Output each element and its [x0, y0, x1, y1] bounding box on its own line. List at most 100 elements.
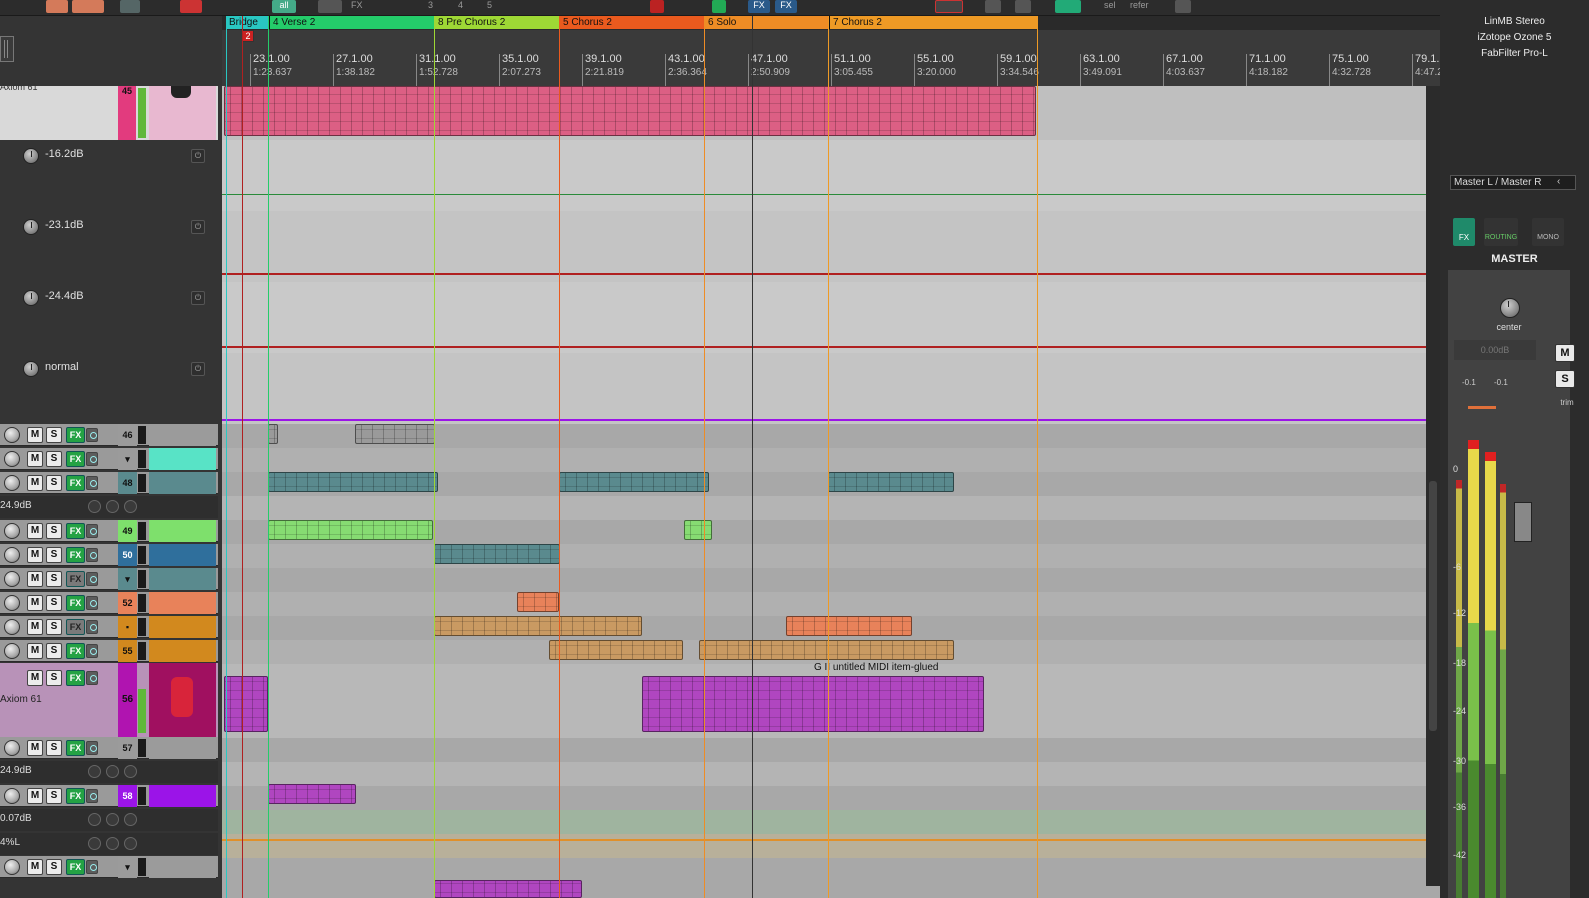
- track-row[interactable]: M S FX 57: [0, 737, 218, 759]
- folder-icon[interactable]: ▾: [118, 568, 137, 590]
- delete-icon[interactable]: [650, 0, 664, 13]
- track-volume-knob[interactable]: [4, 788, 20, 804]
- track-row[interactable]: M S FX 48: [0, 472, 218, 494]
- mute-button[interactable]: M: [27, 523, 43, 539]
- mute-button[interactable]: M: [27, 619, 43, 635]
- mute-button[interactable]: M: [27, 788, 43, 804]
- volume-envelope[interactable]: [222, 273, 1426, 275]
- volume-knob[interactable]: [23, 361, 39, 377]
- settings-icon[interactable]: [106, 813, 119, 826]
- power-icon[interactable]: [88, 500, 101, 513]
- power-icon[interactable]: [86, 620, 98, 634]
- eraser-icon[interactable]: [180, 0, 202, 13]
- power-icon[interactable]: [86, 452, 98, 466]
- solo-button[interactable]: S: [46, 740, 62, 756]
- record-mode-icon[interactable]: [72, 0, 104, 13]
- master-solo-button[interactable]: S: [1555, 370, 1575, 388]
- track-row[interactable]: M S FX ▾: [0, 856, 218, 878]
- power-icon[interactable]: [88, 765, 101, 778]
- mute-button[interactable]: M: [27, 670, 43, 686]
- volume-knob[interactable]: [23, 148, 39, 164]
- track-row[interactable]: M S FX ▾: [0, 448, 218, 470]
- volume-readout[interactable]: 0.00dB: [1454, 340, 1536, 360]
- track-volume-knob[interactable]: [4, 619, 20, 635]
- grid-5[interactable]: 5: [487, 0, 492, 10]
- midi-clip[interactable]: [355, 424, 435, 444]
- solo-button[interactable]: S: [46, 788, 62, 804]
- pan-envelope[interactable]: [222, 346, 1426, 348]
- track-row[interactable]: M S FX 58: [0, 785, 218, 807]
- midi-clip-glued[interactable]: [642, 676, 984, 732]
- midi-clip[interactable]: [828, 472, 954, 492]
- fx-button[interactable]: FX: [66, 547, 85, 563]
- midi-clip[interactable]: [268, 784, 356, 804]
- region-pre-chorus-2[interactable]: 8 Pre Chorus 2: [435, 16, 560, 29]
- solo-button[interactable]: S: [46, 451, 62, 467]
- track-volume-knob[interactable]: [4, 643, 20, 659]
- solo-button[interactable]: S: [46, 670, 62, 686]
- solo-button[interactable]: S: [46, 595, 62, 611]
- mono-button[interactable]: MONO: [1532, 218, 1564, 246]
- fx-button-b[interactable]: FX: [775, 0, 797, 13]
- midi-clip[interactable]: [699, 640, 954, 660]
- midi-clip[interactable]: [559, 472, 709, 492]
- track-volume-knob[interactable]: [4, 547, 20, 563]
- folder-icon[interactable]: ▾: [118, 448, 137, 470]
- midi-clip[interactable]: [517, 592, 559, 612]
- loop-icon[interactable]: [935, 0, 963, 13]
- track-row[interactable]: M S FX 46: [0, 424, 218, 446]
- power-icon[interactable]: [86, 428, 98, 442]
- track-row[interactable]: M S FX ▪: [0, 616, 218, 638]
- grid-4[interactable]: 4: [458, 0, 463, 10]
- solo-button[interactable]: S: [46, 475, 62, 491]
- fx-button[interactable]: FX: [66, 643, 85, 659]
- mute-button[interactable]: M: [27, 859, 43, 875]
- folder-icon[interactable]: ▪: [118, 616, 137, 638]
- record-icon[interactable]: [46, 0, 68, 13]
- power-icon[interactable]: [86, 860, 98, 874]
- track-volume-knob[interactable]: [4, 571, 20, 587]
- scrollbar-thumb[interactable]: [1429, 481, 1437, 731]
- mute-button[interactable]: M: [27, 571, 43, 587]
- dropdown-icon[interactable]: [124, 765, 137, 778]
- fx-button[interactable]: FX: [66, 427, 85, 443]
- toolbar-icon[interactable]: [318, 0, 342, 13]
- routing-button[interactable]: ROUTING: [1484, 218, 1518, 246]
- all-button[interactable]: all: [272, 0, 296, 13]
- power-icon[interactable]: [86, 671, 98, 685]
- fx-button[interactable]: FX: [66, 595, 85, 611]
- fx-label[interactable]: FX: [351, 0, 363, 10]
- mute-button[interactable]: M: [27, 547, 43, 563]
- dropdown-icon[interactable]: [124, 500, 137, 513]
- fx-slot[interactable]: iZotope Ozone 5: [1440, 32, 1589, 43]
- mute-button[interactable]: M: [27, 740, 43, 756]
- solo-button[interactable]: S: [46, 859, 62, 875]
- track-volume-knob[interactable]: [4, 859, 20, 875]
- timeline-ruler[interactable]: 23.1.00 1:23.637 27.1.00 1:38.182 31.1.00 1:5…: [222, 44, 1440, 86]
- power-icon[interactable]: [86, 548, 98, 562]
- envelope-line[interactable]: [222, 194, 1426, 195]
- region-bridge[interactable]: Bridge: [226, 16, 270, 29]
- midi-clip[interactable]: [684, 520, 712, 540]
- power-icon[interactable]: [86, 596, 98, 610]
- settings-icon[interactable]: [106, 837, 119, 850]
- settings-icon[interactable]: [106, 765, 119, 778]
- fader-knob[interactable]: [1514, 502, 1532, 542]
- power-icon[interactable]: [86, 524, 98, 538]
- track-row[interactable]: M S FX 52: [0, 592, 218, 614]
- prev-icon[interactable]: [985, 0, 1001, 13]
- envelope-line[interactable]: [222, 419, 1426, 421]
- collapse-icon[interactable]: ‹: [1557, 176, 1560, 187]
- fx-button[interactable]: FX: [66, 859, 85, 875]
- track-row[interactable]: M S FX ▾: [0, 568, 218, 590]
- meter-icon[interactable]: [1055, 0, 1081, 13]
- solo-button[interactable]: S: [46, 643, 62, 659]
- solo-button[interactable]: S: [46, 427, 62, 443]
- fx-slot[interactable]: FabFilter Pro-L: [1440, 48, 1589, 59]
- refer-label[interactable]: refer: [1130, 0, 1149, 10]
- track-volume-knob[interactable]: [4, 451, 20, 467]
- volume-slider[interactable]: [1468, 406, 1496, 409]
- midi-clip[interactable]: [224, 86, 1036, 136]
- pan-knob[interactable]: [1500, 298, 1520, 318]
- envelope-line[interactable]: [222, 839, 1426, 841]
